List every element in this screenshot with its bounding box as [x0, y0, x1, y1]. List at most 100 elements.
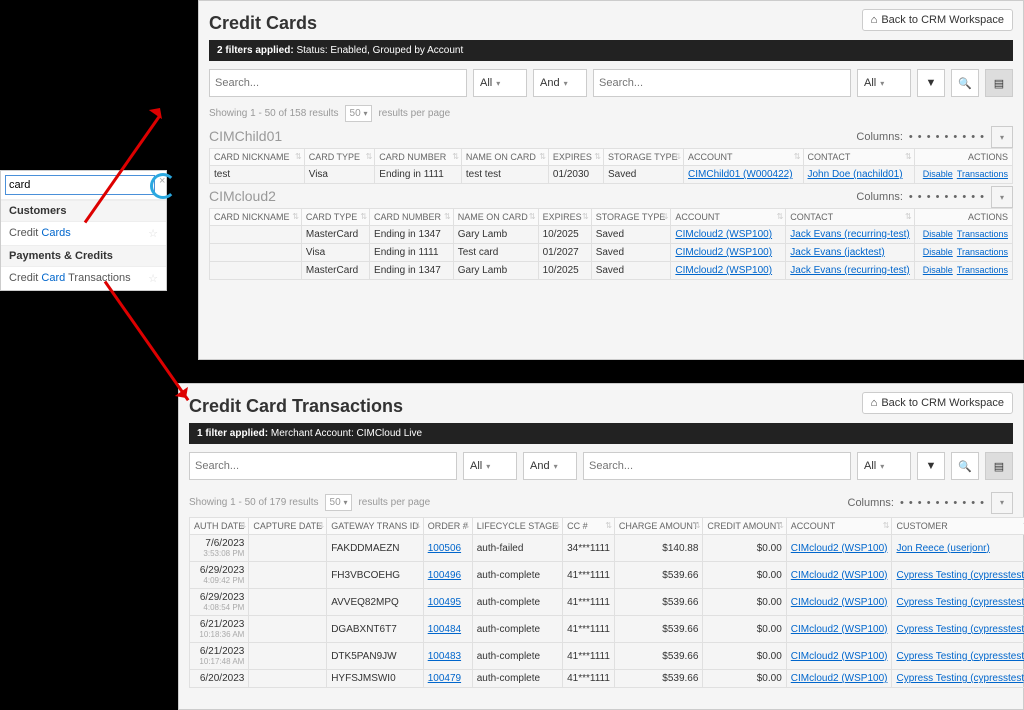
filter-button[interactable]: ▼	[917, 69, 945, 97]
col-header[interactable]: STORAGE TYPE⇅	[591, 209, 671, 226]
customer-link[interactable]: Cypress Testing (cypresstest)	[896, 624, 1024, 635]
col-header[interactable]: CARD NUMBER⇅	[375, 149, 462, 166]
account-link[interactable]: CIMcloud2 (WSP100)	[675, 247, 772, 258]
search-input-right[interactable]	[593, 69, 851, 97]
col-header[interactable]: CARD TYPE⇅	[301, 209, 369, 226]
col-header[interactable]: CREDIT AMOUNT⇅	[703, 518, 786, 535]
arrowhead-icon	[149, 97, 171, 119]
back-to-crm-button[interactable]: ⌂ Back to CRM Workspace	[862, 9, 1013, 31]
back-to-crm-button[interactable]: ⌂ Back to CRM Workspace	[862, 392, 1013, 414]
col-header[interactable]: CUSTOMER⇅	[892, 518, 1024, 535]
col-header[interactable]: AUTH DATE⇅	[190, 518, 249, 535]
logic-select[interactable]: And▾	[533, 69, 587, 97]
account-link[interactable]: CIMChild01 (W000422)	[688, 169, 793, 180]
disable-action[interactable]: Disable	[923, 169, 953, 179]
search-input-left[interactable]	[189, 452, 457, 480]
col-header[interactable]: EXPIRES⇅	[538, 209, 591, 226]
field-select-right[interactable]: All▾	[857, 69, 911, 97]
star-icon[interactable]: ☆	[148, 272, 158, 285]
cards-table: CARD NICKNAME⇅CARD TYPE⇅CARD NUMBER⇅NAME…	[209, 148, 1013, 184]
col-header[interactable]: CONTACT⇅	[786, 209, 914, 226]
col-header[interactable]: CARD TYPE⇅	[304, 149, 375, 166]
table-row: 6/21/202310:18:36 AMDGABXNT6T7100484auth…	[190, 616, 1024, 643]
col-header[interactable]: ACCOUNT⇅	[684, 149, 803, 166]
search-input-right[interactable]	[583, 452, 851, 480]
contact-link[interactable]: Jack Evans (recurring-test)	[790, 229, 909, 240]
customer-link[interactable]: Jon Reece (userjonr)	[896, 543, 989, 554]
nav-search-result[interactable]: Credit Cards☆	[1, 222, 166, 245]
cards-table: CARD NICKNAME⇅CARD TYPE⇅CARD NUMBER⇅NAME…	[209, 208, 1013, 280]
page-size-select[interactable]: 50 ▾	[345, 105, 373, 122]
back-label: Back to CRM Workspace	[881, 397, 1004, 409]
order-link[interactable]: 100495	[428, 597, 461, 608]
disable-action[interactable]: Disable	[923, 229, 953, 239]
column-toggles[interactable]: • • • • • • • • •	[909, 131, 985, 143]
disable-action[interactable]: Disable	[923, 265, 953, 275]
filter-button[interactable]: ▼	[917, 452, 945, 480]
account-link[interactable]: CIMcloud2 (WSP100)	[791, 543, 888, 554]
col-header[interactable]: GATEWAY TRANS ID⇅	[327, 518, 424, 535]
contact-link[interactable]: Jack Evans (recurring-test)	[790, 265, 909, 276]
col-header[interactable]: CONTACT⇅	[803, 149, 914, 166]
col-header[interactable]: STORAGE TYPE⇅	[603, 149, 683, 166]
brand-logo-fragment	[150, 173, 176, 199]
magnifier-icon: 🔍	[958, 460, 972, 473]
logic-select[interactable]: And▾	[523, 452, 577, 480]
column-toggles[interactable]: • • • • • • • • • •	[900, 497, 985, 509]
column-menu-button[interactable]: ▾	[991, 126, 1013, 148]
order-link[interactable]: 100483	[428, 651, 461, 662]
col-header[interactable]: CARD NUMBER⇅	[370, 209, 454, 226]
customer-link[interactable]: Cypress Testing (cypresstest)	[896, 673, 1024, 684]
field-select-left[interactable]: All▾	[473, 69, 527, 97]
col-header[interactable]: NAME ON CARD⇅	[461, 149, 548, 166]
disable-action[interactable]: Disable	[923, 247, 953, 257]
account-link[interactable]: CIMcloud2 (WSP100)	[791, 651, 888, 662]
customer-link[interactable]: Cypress Testing (cypresstest)	[896, 597, 1024, 608]
col-header[interactable]: ACCOUNT⇅	[786, 518, 892, 535]
col-header[interactable]: ACTIONS	[914, 149, 1012, 166]
col-header[interactable]: ORDER #⇅	[423, 518, 472, 535]
field-select-left[interactable]: All▾	[463, 452, 517, 480]
order-link[interactable]: 100479	[428, 673, 461, 684]
star-icon[interactable]: ☆	[148, 227, 158, 240]
nav-search-input[interactable]	[5, 175, 155, 195]
transactions-action[interactable]: Transactions	[957, 247, 1008, 257]
col-header[interactable]: CC #⇅	[563, 518, 615, 535]
column-toggles[interactable]: • • • • • • • • •	[909, 191, 985, 203]
customer-link[interactable]: Cypress Testing (cypresstest)	[896, 570, 1024, 581]
order-link[interactable]: 100506	[428, 543, 461, 554]
col-header[interactable]: CHARGE AMOUNT⇅	[614, 518, 703, 535]
more-actions-button[interactable]: ▤	[985, 69, 1013, 97]
order-link[interactable]: 100484	[428, 624, 461, 635]
account-link[interactable]: CIMcloud2 (WSP100)	[791, 597, 888, 608]
search-button[interactable]: 🔍	[951, 452, 979, 480]
transactions-action[interactable]: Transactions	[957, 229, 1008, 239]
column-menu-button[interactable]: ▾	[991, 492, 1013, 514]
nav-search-result[interactable]: Credit Card Transactions☆	[1, 267, 166, 290]
search-input-left[interactable]	[209, 69, 467, 97]
page-size-select[interactable]: 50 ▾	[325, 494, 353, 511]
col-header[interactable]: ACCOUNT⇅	[671, 209, 786, 226]
account-link[interactable]: CIMcloud2 (WSP100)	[675, 229, 772, 240]
col-header[interactable]: CAPTURE DATE⇅	[249, 518, 327, 535]
transactions-action[interactable]: Transactions	[957, 169, 1008, 179]
contact-link[interactable]: John Doe (nachild01)	[808, 169, 903, 180]
col-header[interactable]: NAME ON CARD⇅	[453, 209, 538, 226]
col-header[interactable]: CARD NICKNAME⇅	[210, 149, 305, 166]
col-header[interactable]: LIFECYCLE STAGE⇅	[472, 518, 562, 535]
transactions-action[interactable]: Transactions	[957, 265, 1008, 275]
account-link[interactable]: CIMcloud2 (WSP100)	[791, 624, 888, 635]
order-link[interactable]: 100496	[428, 570, 461, 581]
col-header[interactable]: ACTIONS	[914, 209, 1012, 226]
field-select-right[interactable]: All▾	[857, 452, 911, 480]
customer-link[interactable]: Cypress Testing (cypresstest)	[896, 651, 1024, 662]
account-link[interactable]: CIMcloud2 (WSP100)	[675, 265, 772, 276]
search-button[interactable]: 🔍	[951, 69, 979, 97]
col-header[interactable]: EXPIRES⇅	[548, 149, 603, 166]
column-menu-button[interactable]: ▾	[991, 186, 1013, 208]
account-link[interactable]: CIMcloud2 (WSP100)	[791, 570, 888, 581]
contact-link[interactable]: Jack Evans (jacktest)	[790, 247, 884, 258]
account-link[interactable]: CIMcloud2 (WSP100)	[791, 673, 888, 684]
more-actions-button[interactable]: ▤	[985, 452, 1013, 480]
col-header[interactable]: CARD NICKNAME⇅	[210, 209, 302, 226]
